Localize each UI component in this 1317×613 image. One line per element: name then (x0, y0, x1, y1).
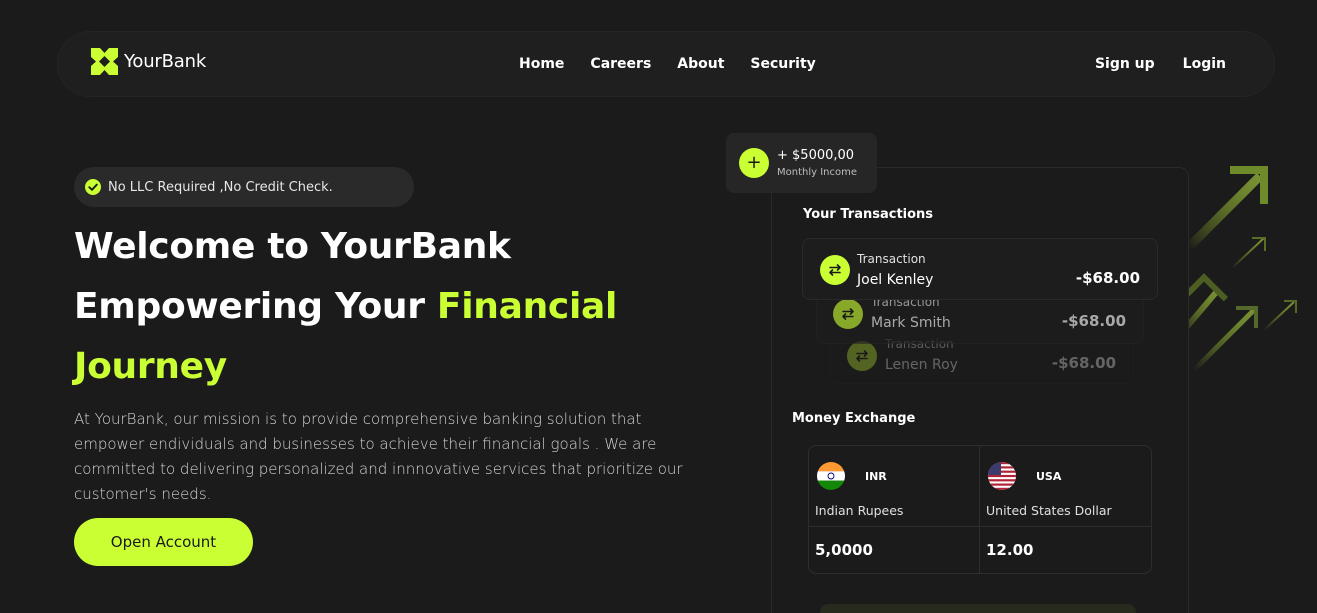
amount-to-value: 12.00 (986, 541, 1034, 559)
currency-from-name: Indian Rupees (815, 503, 904, 518)
hero-description: At YourBank, our mission is to provide c… (74, 410, 683, 503)
brand-name: YourBank (124, 51, 207, 72)
nav-about[interactable]: About (677, 56, 724, 72)
transaction-label: Transaction (857, 252, 926, 266)
transaction-item[interactable]: Transaction Joel Kenley -$68.00 (802, 238, 1158, 300)
page: YourBank Home Careers About Security Sig… (0, 0, 1317, 613)
currency-to-code: USA (1036, 470, 1062, 483)
currency-from-code: INR (865, 470, 887, 483)
currency-from-selector[interactable]: INR Indian Rupees (809, 446, 980, 527)
amount-from-value: 5,0000 (815, 541, 873, 559)
login-link[interactable]: Login (1183, 56, 1226, 72)
hero-badge: No LLC Required ,No Credit Check. (74, 167, 414, 207)
transaction-name: Joel Kenley (857, 272, 934, 288)
logo[interactable]: YourBank (91, 48, 206, 75)
currency-to-selector[interactable]: USA United States Dollar (980, 446, 1151, 527)
check-circle-icon (85, 179, 101, 195)
amount-to-field[interactable]: 12.00 (980, 527, 1151, 573)
income-amount: + $5000,00 (777, 148, 855, 163)
hero-title-line2: Empowering Your Financial (74, 286, 617, 327)
transaction-amount: -$68.00 (1051, 354, 1116, 372)
auth-links: Sign up Login (1095, 56, 1226, 72)
yourbank-logo-icon (91, 48, 118, 75)
nav-security[interactable]: Security (750, 56, 815, 72)
open-account-button[interactable]: Open Account (74, 518, 253, 566)
currency-to-name: United States Dollar (986, 503, 1112, 518)
hero-title-highlight: Financial (436, 286, 618, 327)
swap-icon (847, 341, 877, 371)
nav-links: Home Careers About Security (519, 56, 842, 72)
navbar: YourBank Home Careers About Security Sig… (57, 31, 1275, 97)
signup-link[interactable]: Sign up (1095, 56, 1155, 72)
transactions-title: Your Transactions (803, 207, 934, 222)
income-label: Monthly Income (777, 167, 858, 178)
money-exchange-title: Money Exchange (792, 411, 916, 426)
transaction-name: Lenen Roy (885, 357, 958, 373)
swap-icon (820, 255, 850, 285)
hero-title-line3: Journey (74, 346, 227, 387)
amount-from-field[interactable]: 5,0000 (809, 527, 980, 573)
transaction-amount: -$68.00 (1061, 312, 1126, 330)
nav-home[interactable]: Home (519, 56, 564, 72)
hero-title-line1: Welcome to YourBank (74, 226, 511, 267)
plus-icon: + (739, 148, 769, 178)
exchange-button-partial[interactable] (820, 604, 1136, 613)
swap-icon (833, 299, 863, 329)
transaction-name: Mark Smith (871, 315, 951, 331)
hero-title-prefix: Empowering Your (74, 286, 437, 327)
badge-text: No LLC Required ,No Credit Check. (108, 179, 333, 195)
nav-careers[interactable]: Careers (590, 56, 651, 72)
monthly-income-badge: + + $5000,00 Monthly Income (726, 133, 877, 193)
india-flag-icon (817, 462, 845, 490)
usa-flag-icon (988, 462, 1016, 490)
money-exchange-grid: INR Indian Rupees USA United States Doll… (808, 445, 1152, 574)
growth-arrows-icon (1180, 166, 1297, 372)
transaction-amount: -$68.00 (1075, 269, 1140, 287)
